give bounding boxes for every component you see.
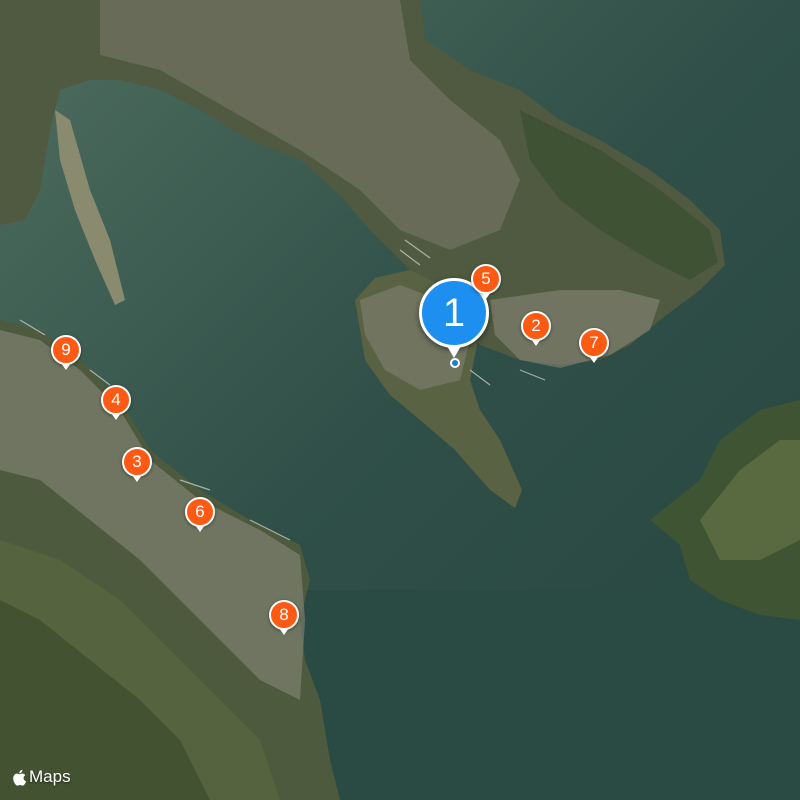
map-marker-9[interactable]: 9 [51, 335, 81, 370]
map-marker-1-pointer [447, 346, 461, 358]
bay-water-south [300, 590, 800, 800]
current-location-dot [450, 358, 460, 368]
map-marker-7[interactable]: 7 [579, 328, 609, 363]
map-marker-6[interactable]: 6 [185, 497, 215, 532]
maps-attribution-text: Maps [29, 767, 71, 786]
map-marker-4[interactable]: 4 [101, 385, 131, 420]
apple-logo-icon [13, 769, 26, 786]
map-marker-5[interactable]: 5 [471, 264, 501, 299]
maps-attribution: Maps [12, 766, 71, 788]
map-marker-2[interactable]: 2 [521, 311, 551, 346]
map-marker-8[interactable]: 8 [269, 600, 299, 635]
map-marker-3[interactable]: 3 [122, 447, 152, 482]
